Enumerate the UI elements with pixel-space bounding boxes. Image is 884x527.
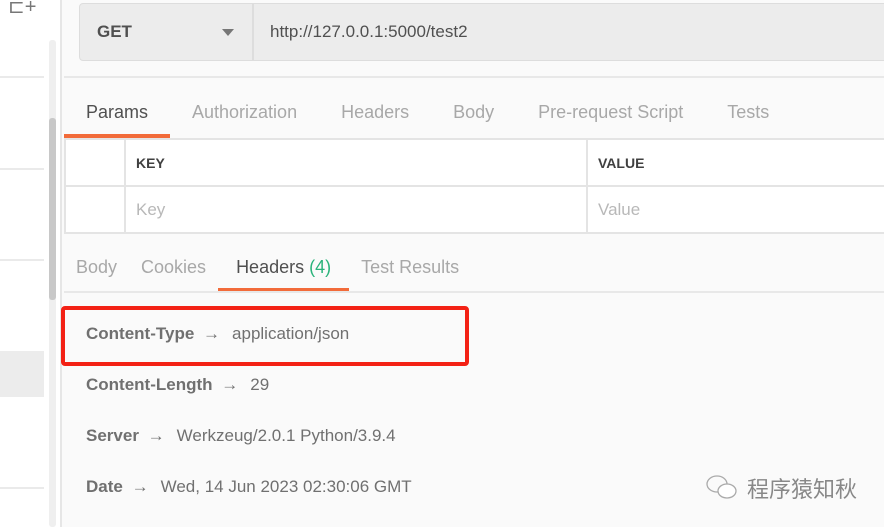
header-name: Content-Length	[86, 375, 213, 394]
url-bar: GET http://127.0.0.1:5000/test2	[79, 3, 884, 61]
tab-tests[interactable]: Tests	[705, 90, 791, 136]
divider	[0, 487, 44, 489]
divider	[0, 259, 44, 261]
url-input[interactable]: http://127.0.0.1:5000/test2	[270, 22, 468, 42]
divider	[64, 291, 884, 293]
tab-test-results[interactable]: Test Results	[349, 244, 471, 290]
wechat-icon	[706, 475, 737, 499]
divider	[0, 168, 44, 170]
checkbox-column	[64, 138, 126, 187]
header-row: Content-Length → 29	[86, 375, 269, 395]
tab-headers[interactable]: Headers	[319, 90, 431, 136]
tab-response-body[interactable]: Body	[64, 244, 129, 290]
tab-authorization[interactable]: Authorization	[170, 90, 319, 136]
header-value: Wed, 14 Jun 2023 02:30:06 GMT	[160, 477, 412, 496]
header-value: Werkzeug/2.0.1 Python/3.9.4	[176, 426, 396, 445]
row-checkbox[interactable]	[64, 185, 126, 234]
new-tab-icon[interactable]: ⊏+	[8, 0, 36, 19]
header-row: Date → Wed, 14 Jun 2023 02:30:06 GMT	[86, 477, 412, 497]
value-input[interactable]: Value	[586, 185, 884, 234]
response-tabs: Body Cookies Headers (4) Test Results	[64, 244, 471, 292]
tab-cookies[interactable]: Cookies	[129, 244, 218, 290]
key-input[interactable]: Key	[124, 185, 588, 234]
sidebar: ⊏+	[0, 0, 62, 527]
arrow-icon: →	[147, 426, 165, 445]
header-count-badge: (4)	[309, 257, 332, 277]
divider	[0, 76, 44, 78]
watermark-text: 程序猿知秋	[747, 477, 858, 502]
scrollbar-thumb[interactable]	[49, 118, 56, 300]
chevron-down-icon	[222, 29, 234, 36]
arrow-icon: →	[131, 477, 149, 496]
tab-label: Headers	[236, 257, 305, 277]
method-label: GET	[97, 22, 132, 41]
tab-pre-request-script[interactable]: Pre-request Script	[516, 90, 705, 136]
params-table: KEY VALUE Key Value	[64, 138, 884, 234]
header-row: Server → Werkzeug/2.0.1 Python/3.9.4	[86, 426, 396, 446]
value-header: VALUE	[586, 138, 884, 187]
header-name: Server	[86, 426, 139, 445]
tab-params[interactable]: Params	[64, 90, 171, 138]
highlight-box	[61, 306, 469, 366]
header-value: 29	[250, 375, 270, 394]
divider	[64, 76, 884, 78]
tab-body[interactable]: Body	[431, 90, 516, 136]
key-header: KEY	[124, 138, 588, 187]
request-tabs: Params Authorization Headers Body Pre-re…	[64, 90, 791, 138]
sidebar-item-selected[interactable]	[0, 351, 44, 397]
watermark: 程序猿知秋	[705, 472, 857, 504]
method-select[interactable]: GET	[80, 4, 254, 60]
header-name: Date	[86, 477, 123, 496]
arrow-icon: →	[221, 375, 239, 394]
tab-response-headers[interactable]: Headers (4)	[218, 244, 350, 292]
